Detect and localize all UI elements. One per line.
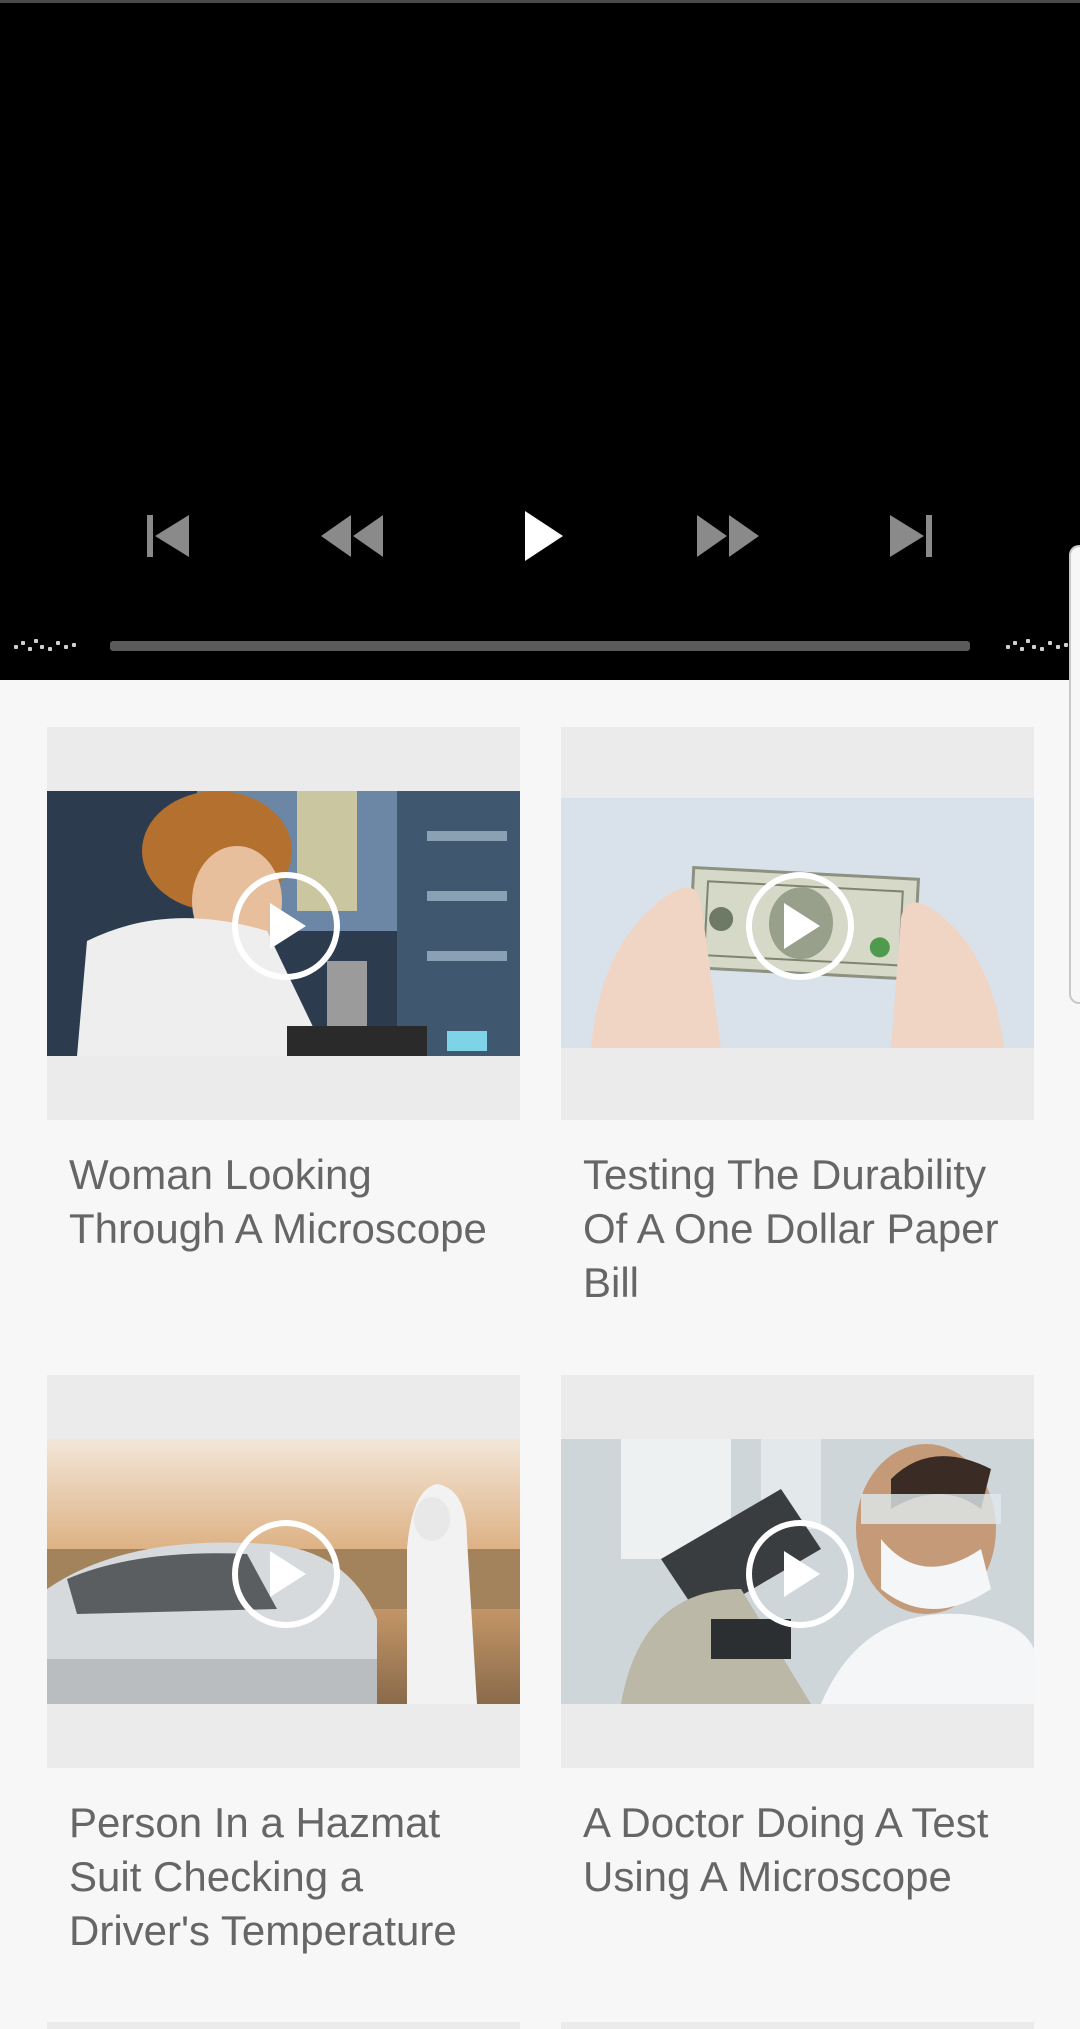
edge-panel-handle[interactable]	[1069, 545, 1080, 1004]
play-button[interactable]	[503, 503, 583, 569]
rewind-icon	[321, 515, 383, 557]
skip-previous-button[interactable]	[128, 503, 208, 569]
video-thumbnail[interactable]	[561, 1375, 1034, 1768]
play-circle-icon	[231, 1519, 340, 1628]
video-card[interactable]: Testing The Durability Of A One Dollar P…	[561, 727, 1034, 1310]
video-thumbnail[interactable]	[47, 727, 520, 1120]
skip-next-button[interactable]	[871, 503, 951, 569]
video-title: A Doctor Doing A Test Using A Microscope	[583, 1799, 989, 1900]
video-player[interactable]	[0, 3, 1080, 680]
fast-forward-button[interactable]	[688, 503, 768, 569]
video-card[interactable]: Woman Looking Through A Microscope	[47, 727, 520, 1256]
video-title: Woman Looking Through A Microscope	[69, 1151, 487, 1252]
rewind-button[interactable]	[312, 503, 392, 569]
play-circle-icon	[745, 871, 854, 980]
video-card[interactable]: Person In a Hazmat Suit Checking a Drive…	[47, 1375, 520, 1958]
elapsed-time	[12, 635, 82, 655]
video-thumbnail[interactable]	[47, 1375, 520, 1768]
next-card-peek	[47, 2022, 520, 2029]
seek-bar[interactable]	[110, 641, 970, 651]
next-card-peek	[561, 2022, 1034, 2029]
video-thumbnail[interactable]	[561, 727, 1034, 1120]
play-icon	[525, 511, 563, 561]
fast-forward-icon	[697, 515, 759, 557]
skip-previous-icon	[147, 515, 189, 557]
skip-next-icon	[890, 515, 932, 557]
video-title: Person In a Hazmat Suit Checking a Drive…	[69, 1799, 457, 1954]
play-circle-icon	[745, 1519, 854, 1628]
video-card[interactable]: A Doctor Doing A Test Using A Microscope	[561, 1375, 1034, 1904]
video-title: Testing The Durability Of A One Dollar P…	[583, 1151, 999, 1306]
duration-time	[1004, 635, 1074, 655]
play-circle-icon	[231, 871, 340, 980]
